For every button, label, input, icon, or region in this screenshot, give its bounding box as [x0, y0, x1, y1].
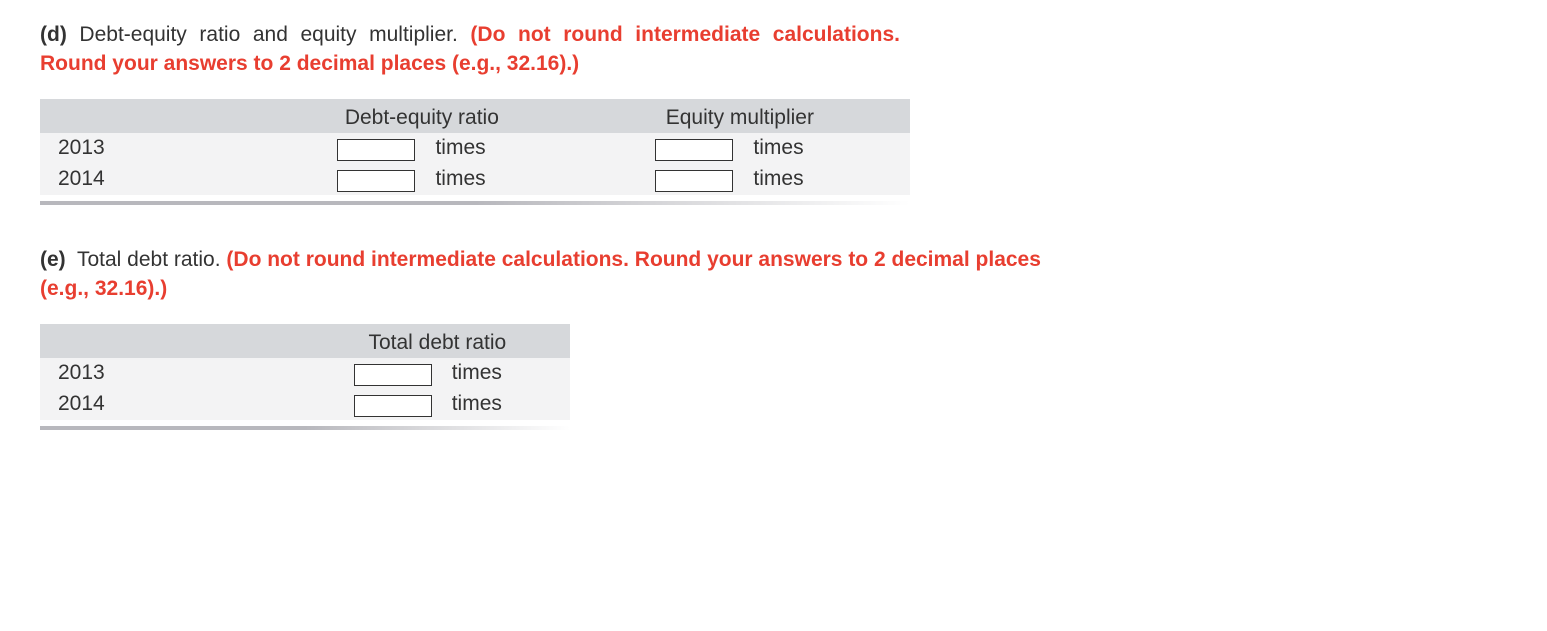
table-d-header-row: Debt-equity ratio Equity multiplier	[40, 103, 910, 133]
question-e-label: (e)	[40, 248, 66, 271]
table-d-year-2014: 2014	[40, 164, 274, 195]
table-e-header-total-debt: Total debt ratio	[305, 328, 570, 358]
unit-label: times	[435, 136, 485, 159]
input-e-2014-total-debt[interactable]	[354, 395, 432, 417]
table-e-header-blank	[40, 328, 305, 358]
input-d-2014-debt-equity[interactable]	[337, 170, 415, 192]
unit-label: times	[452, 392, 502, 415]
table-d-row-2013: 2013 times times	[40, 133, 910, 164]
table-e-year-2014: 2014	[40, 389, 305, 420]
input-e-2013-total-debt[interactable]	[354, 364, 432, 386]
input-d-2013-equity-mult[interactable]	[655, 139, 733, 161]
table-d-header-debt-equity: Debt-equity ratio	[274, 103, 570, 133]
unit-label: times	[452, 361, 502, 384]
table-e-header-row: Total debt ratio	[40, 328, 570, 358]
unit-label: times	[435, 167, 485, 190]
table-d-header-blank	[40, 103, 274, 133]
table-d-divider	[40, 201, 910, 205]
input-d-2014-equity-mult[interactable]	[655, 170, 733, 192]
table-d: Debt-equity ratio Equity multiplier 2013…	[40, 99, 910, 195]
table-d-row-2014: 2014 times times	[40, 164, 910, 195]
table-d-year-2013: 2013	[40, 133, 274, 164]
question-e-text: Total debt ratio.	[77, 248, 221, 271]
question-d-text: Debt-equity ratio and equity multiplier.	[79, 23, 457, 46]
question-e-prompt: (e) Total debt ratio. (Do not round inte…	[40, 245, 1060, 304]
unit-label: times	[753, 136, 803, 159]
question-d-prompt: (d) Debt-equity ratio and equity multipl…	[40, 20, 900, 79]
table-e-divider	[40, 426, 570, 430]
table-e-row-2014: 2014 times	[40, 389, 570, 420]
table-d-header-equity-mult: Equity multiplier	[570, 103, 910, 133]
question-e: (e) Total debt ratio. (Do not round inte…	[40, 245, 1507, 430]
table-e: Total debt ratio 2013 times 2014 times	[40, 324, 570, 420]
table-e-row-2013: 2013 times	[40, 358, 570, 389]
table-e-year-2013: 2013	[40, 358, 305, 389]
input-d-2013-debt-equity[interactable]	[337, 139, 415, 161]
question-d-label: (d)	[40, 23, 67, 46]
unit-label: times	[753, 167, 803, 190]
question-d: (d) Debt-equity ratio and equity multipl…	[40, 20, 1507, 205]
